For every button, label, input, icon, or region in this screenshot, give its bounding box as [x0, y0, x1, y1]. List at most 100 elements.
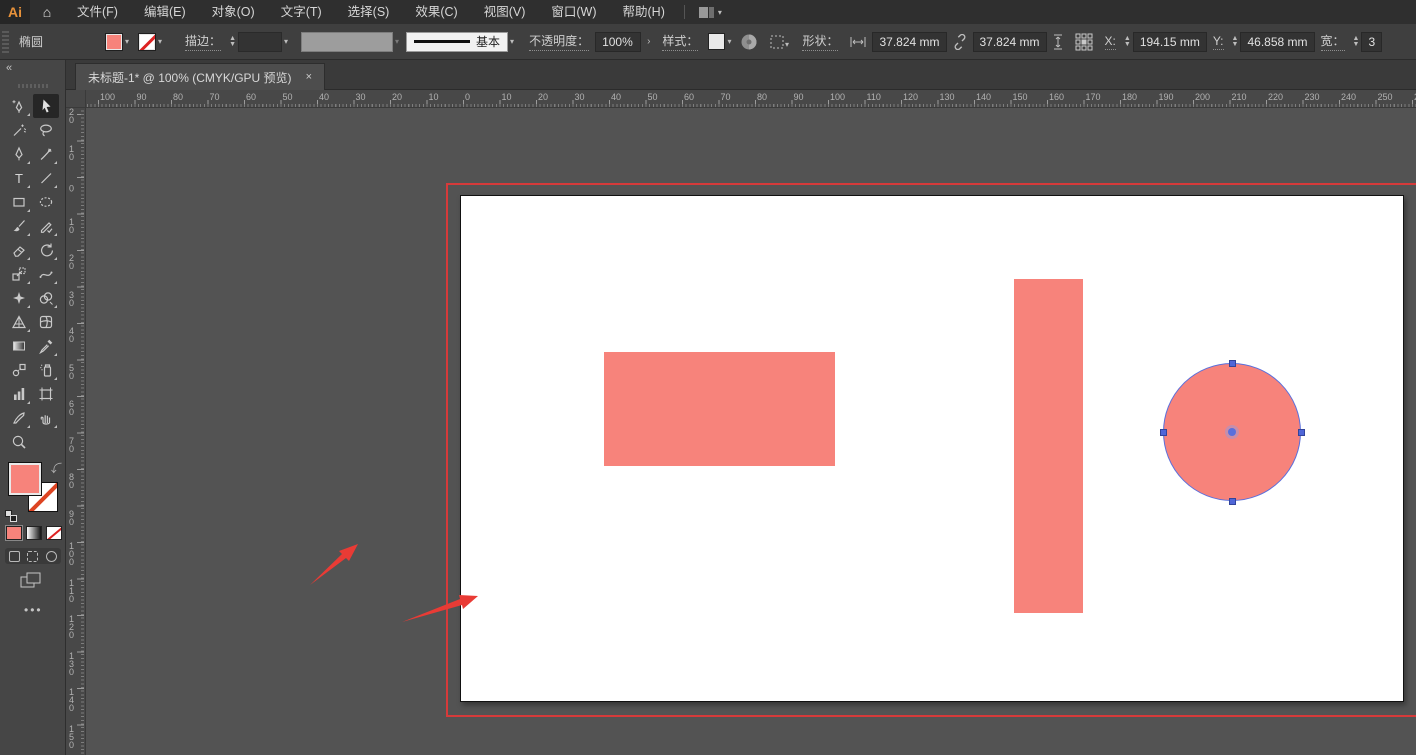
- tool-eyedropper[interactable]: [33, 334, 59, 358]
- tool-magic-wand[interactable]: [6, 118, 32, 142]
- v-ruler-tick-label: 20: [69, 254, 77, 270]
- stroke-weight-combo[interactable]: [238, 32, 282, 52]
- tool-brush-pen[interactable]: [33, 142, 59, 166]
- x-input[interactable]: 194.15 mm: [1133, 32, 1207, 52]
- tool-symbol-sprayer[interactable]: [33, 358, 59, 382]
- menu-item-6[interactable]: 视图(V): [471, 0, 539, 24]
- shape-height-input[interactable]: 37.824 mm: [973, 32, 1047, 52]
- menu-item-1[interactable]: 编辑(E): [131, 0, 199, 24]
- tool-gradient[interactable]: [6, 334, 32, 358]
- width-field-label[interactable]: 宽：: [1321, 32, 1345, 51]
- v-ruler-tick-label: 10: [69, 144, 77, 160]
- recolor-artwork-icon[interactable]: [740, 33, 758, 51]
- menu-item-2[interactable]: 对象(O): [199, 0, 268, 24]
- horizontal-ruler[interactable]: 1009080706050403020100102030405060708090…: [86, 90, 1416, 108]
- tool-rotate[interactable]: [33, 238, 59, 262]
- menu-item-0[interactable]: 文件(F): [64, 0, 131, 24]
- brush-definition-combo[interactable]: [301, 32, 393, 52]
- h-ruler-tick-label: 230: [1305, 92, 1320, 102]
- vertical-ruler[interactable]: 2010010203040506070809010011012013014015…: [66, 108, 86, 755]
- tool-selection-arrow[interactable]: [33, 94, 59, 118]
- tool-pen[interactable]: [6, 142, 32, 166]
- opacity-input[interactable]: 100%: [595, 32, 641, 52]
- tool-lasso[interactable]: [33, 118, 59, 142]
- home-icon[interactable]: ⌂: [30, 4, 64, 20]
- tool-blend[interactable]: [6, 358, 32, 382]
- color-mode-button[interactable]: [6, 526, 22, 540]
- unlink-dimensions-icon[interactable]: [953, 34, 967, 50]
- tool-paintbrush[interactable]: [6, 214, 32, 238]
- draw-inside-icon[interactable]: [46, 551, 57, 562]
- ai-logo[interactable]: Ai: [0, 0, 30, 24]
- tool-scale[interactable]: [6, 262, 32, 286]
- canvas[interactable]: [86, 108, 1416, 755]
- style-swatch[interactable]: [708, 33, 725, 50]
- shape-label[interactable]: 形状：: [802, 32, 838, 51]
- magic-wand-icon: [11, 122, 27, 138]
- screen-mode-button[interactable]: [20, 572, 42, 595]
- y-label[interactable]: Y:: [1213, 34, 1224, 50]
- tool-line[interactable]: [33, 166, 59, 190]
- y-stepper[interactable]: ▲▼: [1232, 36, 1239, 48]
- swap-fill-stroke-icon[interactable]: ⤵: [51, 460, 62, 476]
- fill-color-swatch[interactable]: [105, 33, 123, 51]
- tool-hand[interactable]: [33, 406, 59, 430]
- width-stepper[interactable]: ▲▼: [1353, 36, 1360, 48]
- menu-item-7[interactable]: 窗口(W): [538, 0, 609, 24]
- tool-slice[interactable]: [6, 406, 32, 430]
- panel-grip[interactable]: [2, 31, 9, 53]
- none-mode-button[interactable]: [46, 526, 62, 540]
- panel-drag-handle[interactable]: [18, 84, 48, 88]
- draw-normal-icon[interactable]: [9, 551, 20, 562]
- close-icon[interactable]: ×: [306, 71, 312, 83]
- stroke-style-combo[interactable]: 基本: [406, 32, 508, 52]
- tool-column-graph[interactable]: [6, 382, 32, 406]
- stroke-color-swatch[interactable]: [138, 33, 156, 51]
- h-ruler-tick-label: 0: [465, 92, 470, 102]
- tool-rectangle[interactable]: [6, 190, 32, 214]
- document-tab[interactable]: 未标题-1* @ 100% (CMYK/GPU 预览) ×: [75, 63, 325, 90]
- tool-pen-star[interactable]: [6, 94, 32, 118]
- tool-star[interactable]: [6, 286, 32, 310]
- tool-mesh[interactable]: [33, 310, 59, 334]
- stroke-weight-label[interactable]: 描边：: [185, 32, 221, 51]
- tool-wave-warp[interactable]: [33, 262, 59, 286]
- default-fill-stroke-icon[interactable]: [5, 510, 17, 522]
- gradient-mode-button[interactable]: [26, 526, 42, 540]
- chevron-down-icon[interactable]: ▾: [125, 37, 129, 46]
- style-label[interactable]: 样式：: [662, 32, 698, 51]
- tool-eraser[interactable]: [6, 238, 32, 262]
- tool-ellipse-dotted[interactable]: [33, 190, 59, 214]
- tool-artboard[interactable]: [33, 382, 59, 406]
- chevron-down-icon[interactable]: ▾: [158, 37, 162, 46]
- edit-toolbar-button[interactable]: •••: [24, 603, 43, 617]
- chevron-down-icon[interactable]: ▾: [727, 37, 731, 46]
- y-input[interactable]: 46.858 mm: [1240, 32, 1314, 52]
- draw-behind-icon[interactable]: [27, 551, 38, 562]
- menu-item-8[interactable]: 帮助(H): [610, 0, 678, 24]
- tool-zoom[interactable]: [6, 430, 32, 454]
- opacity-more-icon[interactable]: ›: [647, 36, 650, 47]
- chevron-down-icon[interactable]: ▾: [284, 37, 288, 46]
- h-ruler-tick-label: 160: [1049, 92, 1064, 102]
- x-stepper[interactable]: ▲▼: [1124, 36, 1131, 48]
- reference-point-icon[interactable]: [1075, 33, 1093, 51]
- stroke-weight-stepper[interactable]: ▲▼: [229, 36, 236, 48]
- x-label[interactable]: X:: [1105, 34, 1116, 50]
- tool-pencil-check[interactable]: [33, 214, 59, 238]
- menu-item-5[interactable]: 效果(C): [402, 0, 470, 24]
- collapse-panel-button[interactable]: «: [6, 62, 12, 74]
- shape-width-input[interactable]: 37.824 mm: [872, 32, 946, 52]
- tool-type[interactable]: T: [6, 166, 32, 190]
- chevron-down-icon[interactable]: ▾: [510, 37, 514, 46]
- workspace-switcher-button[interactable]: ▾: [691, 7, 730, 18]
- tool-shape-builder[interactable]: [33, 286, 59, 310]
- opacity-label[interactable]: 不透明度：: [529, 32, 589, 51]
- tool-perspective-grid[interactable]: [6, 310, 32, 334]
- align-panel-icon[interactable]: ▾: [770, 34, 790, 50]
- menu-item-3[interactable]: 文字(T): [268, 0, 335, 24]
- ruler-origin-corner[interactable]: [66, 90, 86, 108]
- fill-proxy[interactable]: [8, 462, 42, 496]
- menu-item-4[interactable]: 选择(S): [335, 0, 403, 24]
- width-input[interactable]: 3: [1361, 32, 1382, 52]
